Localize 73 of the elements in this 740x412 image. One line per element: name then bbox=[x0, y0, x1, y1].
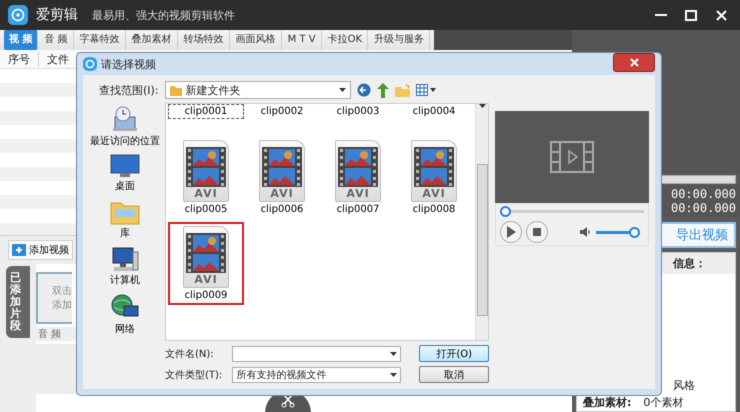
file-item[interactable]: AVI clip0009 bbox=[168, 222, 244, 305]
file-type-label: AVI bbox=[422, 187, 446, 200]
app-logo bbox=[83, 57, 97, 71]
place-item[interactable]: 桌面 bbox=[110, 154, 140, 193]
file-type-label: AVI bbox=[194, 273, 218, 286]
app-slogan: 最易用、强大的视频剪辑软件 bbox=[92, 8, 235, 22]
seek-slider[interactable] bbox=[500, 206, 644, 217]
back-icon[interactable] bbox=[356, 83, 371, 97]
caret-icon bbox=[390, 352, 398, 356]
film-frame-icon bbox=[414, 147, 454, 187]
app-title: 爱剪辑 bbox=[36, 6, 78, 24]
look-in-dropdown[interactable]: 新建文件夹 bbox=[164, 81, 351, 99]
film-frame-icon bbox=[186, 233, 226, 273]
file-item[interactable]: AVI clip0008 bbox=[396, 137, 472, 218]
film-frame-icon bbox=[338, 147, 378, 187]
film-frame-icon bbox=[186, 147, 226, 187]
overlay-label: 叠加素材: bbox=[583, 395, 632, 410]
scissors-icon bbox=[281, 394, 295, 408]
tab[interactable]: 视 频 bbox=[4, 30, 38, 50]
scroll-up-icon bbox=[478, 104, 486, 108]
caret-icon bbox=[338, 88, 346, 92]
file-type-label: AVI bbox=[270, 187, 294, 200]
file-item[interactable]: AVI clip0006 bbox=[244, 137, 320, 218]
caret-icon bbox=[390, 372, 398, 376]
open-button[interactable]: 打开(O) bbox=[419, 345, 489, 362]
file-name-label: 文件名(N): bbox=[165, 348, 215, 360]
place-item[interactable]: 计算机 bbox=[110, 246, 140, 287]
add-video-button[interactable]: 添加视频 bbox=[8, 240, 73, 260]
overlay-count: 0个素材 bbox=[643, 395, 684, 410]
file-item[interactable]: clip0002 bbox=[244, 104, 320, 119]
plus-icon bbox=[12, 244, 26, 256]
close-icon[interactable] bbox=[716, 10, 726, 20]
file-type-label: AVI bbox=[194, 187, 218, 200]
computer-icon bbox=[110, 246, 140, 272]
up-arrow-icon[interactable] bbox=[376, 82, 389, 98]
film-frame-icon bbox=[262, 147, 302, 187]
view-menu-icon[interactable] bbox=[416, 84, 436, 96]
time-display: 00:00.000 bbox=[670, 187, 736, 201]
close-button[interactable] bbox=[613, 52, 655, 72]
film-play-icon bbox=[550, 141, 594, 173]
file-type-label: AVI bbox=[346, 187, 370, 200]
maximize-icon[interactable] bbox=[685, 10, 697, 20]
stop-icon bbox=[533, 228, 541, 236]
time-display: 00:00.000 bbox=[670, 201, 736, 215]
clock-monitor-icon bbox=[111, 105, 139, 133]
side-tab[interactable]: 已添加片段 bbox=[6, 266, 30, 338]
dialog-title: 请选择视频 bbox=[101, 56, 156, 72]
place-item[interactable]: 库 bbox=[110, 199, 140, 240]
play-button[interactable] bbox=[500, 221, 522, 243]
look-in-label: 查找范围(I): bbox=[99, 82, 159, 98]
file-item[interactable]: AVI clip0007 bbox=[320, 137, 396, 218]
stop-button[interactable] bbox=[526, 221, 548, 243]
scroll-thumb[interactable] bbox=[476, 164, 488, 316]
place-item[interactable]: 最近访问的位置 bbox=[90, 105, 160, 148]
cancel-button[interactable]: 取消 bbox=[419, 366, 489, 383]
close-icon bbox=[630, 58, 638, 66]
file-item[interactable]: clip0004 bbox=[396, 104, 472, 119]
file-type-dropdown[interactable]: 所有支持的视频文件 bbox=[232, 366, 402, 382]
file-name-field[interactable] bbox=[232, 346, 402, 362]
play-icon bbox=[506, 226, 516, 238]
column-header: 序号 bbox=[0, 52, 39, 66]
place-item[interactable]: 网络 bbox=[110, 293, 140, 336]
file-item[interactable]: clip0001 bbox=[168, 104, 244, 119]
volume-slider[interactable] bbox=[596, 226, 640, 238]
scrollbar[interactable] bbox=[475, 104, 488, 340]
folder-icon bbox=[170, 84, 182, 96]
desktop-icon bbox=[110, 154, 140, 178]
speaker-icon[interactable] bbox=[580, 227, 592, 237]
file-item[interactable]: clip0003 bbox=[320, 104, 396, 119]
file-item[interactable]: AVI clip0005 bbox=[168, 137, 244, 218]
app-logo bbox=[8, 5, 28, 25]
file-type-label: 文件类型(T): bbox=[165, 368, 224, 382]
style-text: 风格 bbox=[673, 378, 695, 393]
